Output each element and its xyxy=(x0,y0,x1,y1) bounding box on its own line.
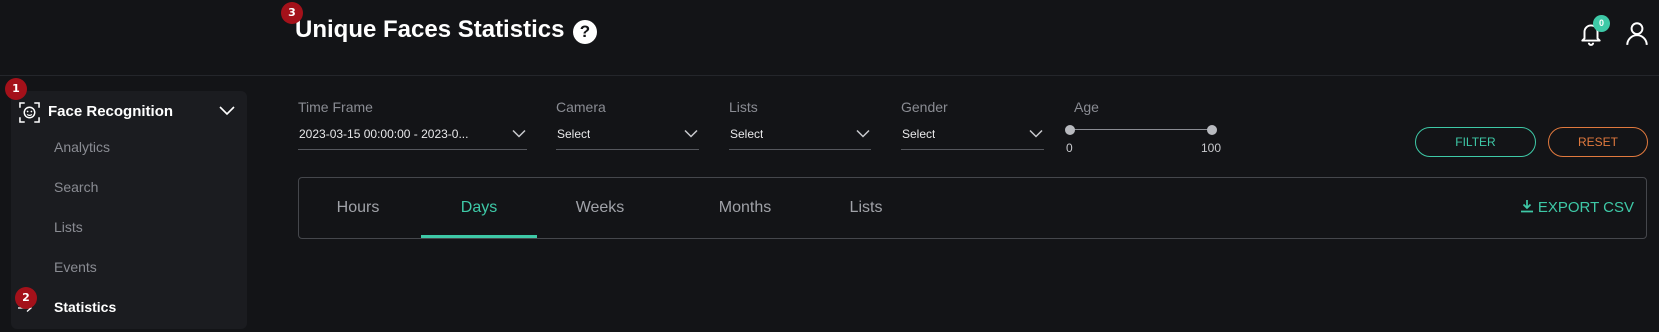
chevron-down-icon[interactable] xyxy=(219,105,235,117)
time-frame-value: 2023-03-15 00:00:00 - 2023-0... xyxy=(299,127,469,141)
export-csv-button[interactable]: EXPORT CSV xyxy=(1520,199,1634,216)
age-min-value: 0 xyxy=(1066,141,1073,155)
lists-select[interactable]: Select xyxy=(729,124,871,150)
sidebar-item-lists[interactable]: Lists xyxy=(54,219,83,235)
marker-2: 2 xyxy=(15,287,37,309)
chevron-down-icon xyxy=(684,129,698,138)
marker-1: 1 xyxy=(5,78,27,100)
sidebar-section-label: Face Recognition xyxy=(48,103,174,120)
time-frame-select[interactable]: 2023-03-15 00:00:00 - 2023-0... xyxy=(298,124,527,150)
sidebar-item-analytics[interactable]: Analytics xyxy=(54,139,110,155)
face-recognition-icon xyxy=(19,102,40,123)
tab-days[interactable]: Days xyxy=(421,178,537,238)
chevron-down-icon xyxy=(856,129,870,138)
gender-select[interactable]: Select xyxy=(901,124,1044,150)
sidebar-item-search[interactable]: Search xyxy=(54,179,98,195)
filter-button[interactable]: FILTER xyxy=(1415,127,1536,157)
age-slider-max-handle[interactable] xyxy=(1207,125,1217,135)
chevron-down-icon xyxy=(512,129,526,138)
page-title: Unique Faces Statistics xyxy=(295,16,565,43)
age-slider-min-handle[interactable] xyxy=(1065,125,1075,135)
age-label: Age xyxy=(1074,99,1099,115)
tab-lists[interactable]: Lists xyxy=(831,178,901,238)
sidebar-section-face-recognition[interactable]: Face Recognition xyxy=(15,99,247,125)
download-icon xyxy=(1520,200,1533,213)
tab-hours[interactable]: Hours xyxy=(319,178,397,238)
camera-label: Camera xyxy=(556,99,606,115)
lists-label: Lists xyxy=(729,99,758,115)
chevron-down-icon xyxy=(1029,129,1043,138)
user-icon[interactable] xyxy=(1624,20,1650,46)
export-csv-label: EXPORT CSV xyxy=(1537,199,1634,216)
age-max-value: 100 xyxy=(1201,141,1222,155)
camera-value: Select xyxy=(557,127,591,141)
sidebar-item-statistics[interactable]: Statistics xyxy=(54,299,116,315)
age-slider-track[interactable] xyxy=(1069,129,1213,130)
tab-weeks[interactable]: Weeks xyxy=(561,178,639,238)
sidebar-item-events[interactable]: Events xyxy=(54,259,97,275)
tab-months[interactable]: Months xyxy=(699,178,791,238)
reset-button[interactable]: RESET xyxy=(1548,127,1648,157)
top-bar: Unique Faces Statistics ? 0 xyxy=(0,0,1659,76)
camera-select[interactable]: Select xyxy=(556,124,699,150)
sidebar: Face Recognition Analytics Search Lists … xyxy=(11,91,247,329)
help-icon[interactable]: ? xyxy=(573,20,597,44)
notification-badge: 0 xyxy=(1593,15,1610,32)
time-frame-label: Time Frame xyxy=(298,99,373,115)
lists-value: Select xyxy=(730,127,764,141)
marker-3: 3 xyxy=(281,2,303,24)
gender-label: Gender xyxy=(901,99,948,115)
period-tabs: Hours Days Weeks Months Lists EXPORT CSV xyxy=(298,177,1647,239)
gender-value: Select xyxy=(902,127,936,141)
